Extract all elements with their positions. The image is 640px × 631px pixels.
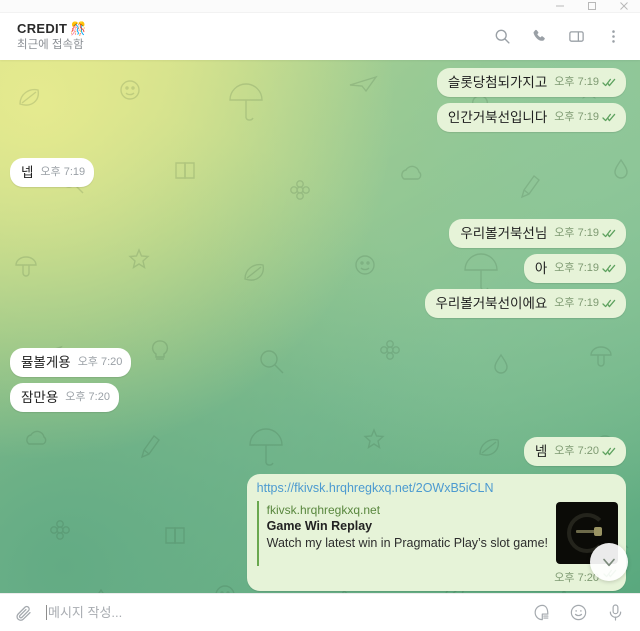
message-bubble-incoming[interactable]: 잠만용 오후 7:20 — [10, 383, 119, 412]
chat-header-actions — [489, 24, 626, 50]
message-bubble-outgoing[interactable]: 넴 오후 7:20 — [523, 437, 626, 466]
more-options-icon[interactable] — [600, 24, 626, 50]
message-list[interactable]: 슬롯당첨되가지고 오후 7:19 인간거북선입니다 오후 7:19 넵 오후 7… — [0, 60, 640, 593]
message-text: 인간거북선입니다 — [447, 110, 548, 125]
read-receipt-icon — [602, 78, 617, 87]
message-time: 오후 7:19 — [554, 297, 599, 309]
message-row: 잠만용 오후 7:20 — [10, 383, 626, 412]
scroll-to-bottom-button[interactable] — [590, 543, 628, 581]
message-meta: 오후 7:19 — [554, 224, 617, 243]
link-preview-description: Watch my latest win in Pragmatic Play’s … — [266, 536, 548, 550]
party-popper-emoji-icon: 🎊 — [70, 21, 87, 36]
window-minimize-button[interactable] — [544, 0, 576, 13]
text-caret — [46, 605, 47, 620]
read-receipt-icon — [602, 447, 617, 456]
message-time: 오후 7:20 — [554, 445, 599, 457]
read-receipt-icon — [602, 229, 617, 238]
message-input-wrapper[interactable] — [46, 605, 519, 620]
message-row: 우리볼거북선이에요 오후 7:19 — [10, 289, 626, 318]
chat-status: 최근에 접속함 — [17, 39, 84, 51]
microphone-icon[interactable] — [603, 601, 627, 625]
message-composer — [0, 593, 640, 631]
call-icon[interactable] — [526, 24, 552, 50]
sticker-icon[interactable] — [529, 601, 553, 625]
message-link-url[interactable]: https://fkivsk.hrqhregkxq.net/2OWxB5iCLN — [257, 480, 618, 497]
message-bubble-outgoing[interactable]: 아 오후 7:19 — [523, 254, 626, 283]
message-meta: 오후 7:19 — [40, 163, 85, 182]
message-meta: 오후 7:20 — [257, 569, 618, 587]
message-text: 우리볼거북선이에요 — [435, 296, 548, 311]
message-time: 오후 7:19 — [554, 227, 599, 239]
message-meta: 오후 7:20 — [65, 388, 110, 407]
message-text: 뮬볼게용 — [21, 355, 71, 370]
message-time: 오후 7:19 — [554, 262, 599, 274]
message-text: 잠만용 — [21, 390, 59, 405]
message-meta: 오후 7:20 — [554, 442, 617, 461]
sidebar-panel-icon[interactable] — [563, 24, 589, 50]
message-bubble-outgoing[interactable]: 인간거북선입니다 오후 7:19 — [436, 103, 626, 132]
message-bubble-outgoing[interactable]: 우리볼거북선님 오후 7:19 — [449, 219, 626, 248]
message-row: 우리볼거북선님 오후 7:19 — [10, 219, 626, 248]
message-time: 오후 7:19 — [554, 111, 599, 123]
message-row-link-preview: https://fkivsk.hrqhregkxq.net/2OWxB5iCLN… — [10, 474, 626, 591]
message-meta: 오후 7:19 — [554, 259, 617, 278]
search-icon[interactable] — [489, 24, 515, 50]
message-row: 슬롯당첨되가지고 오후 7:19 — [10, 68, 626, 97]
emoji-icon[interactable] — [566, 601, 590, 625]
message-bubble-outgoing[interactable]: 슬롯당첨되가지고 오후 7:19 — [436, 68, 626, 97]
message-bubble-incoming[interactable]: 넵 오후 7:19 — [10, 158, 95, 187]
message-bubble-incoming[interactable]: 뮬볼게용 오후 7:20 — [10, 348, 132, 377]
composer-actions — [529, 601, 627, 625]
message-time: 오후 7:19 — [40, 166, 86, 178]
message-meta: 오후 7:19 — [554, 73, 617, 92]
message-meta: 오후 7:19 — [554, 108, 617, 127]
window-title-bar — [0, 0, 640, 13]
chat-title-row: CREDIT 🎊 — [17, 21, 489, 36]
read-receipt-icon — [602, 264, 617, 273]
link-preview-site: fkivsk.hrqhregkxq.net — [266, 503, 381, 517]
read-receipt-icon — [602, 113, 617, 122]
link-preview-card[interactable]: fkivsk.hrqhregkxq.net Game Win Replay Wa… — [256, 501, 618, 566]
thumbnail-arrow-shape — [576, 527, 602, 536]
link-preview-body: fkivsk.hrqhregkxq.net Game Win Replay Wa… — [267, 502, 548, 564]
chat-header: CREDIT 🎊 최근에 접속함 — [0, 13, 640, 60]
message-time: 오후 7:20 — [77, 356, 123, 368]
read-receipt-icon — [602, 299, 617, 308]
message-text: 넴 — [534, 444, 548, 459]
message-text: 슬롯당첨되가지고 — [447, 75, 548, 90]
message-row: 넵 오후 7:19 — [10, 158, 626, 187]
message-row: 인간거북선입니다 오후 7:19 — [10, 103, 626, 132]
message-bubble-outgoing[interactable]: 우리볼거북선이에요 오후 7:19 — [424, 289, 626, 318]
chat-header-info[interactable]: CREDIT 🎊 최근에 접속함 — [17, 21, 489, 52]
message-row: 넴 오후 7:20 — [10, 437, 626, 466]
message-bubble-link-preview[interactable]: https://fkivsk.hrqhregkxq.net/2OWxB5iCLN… — [246, 474, 626, 591]
message-meta: 오후 7:19 — [554, 294, 617, 313]
message-row: 아 오후 7:19 — [10, 254, 626, 283]
message-text: 아 — [534, 261, 548, 276]
message-time: 오후 7:20 — [65, 391, 110, 403]
message-text: 우리볼거북선님 — [460, 226, 548, 241]
telegram-window: CREDIT 🎊 최근에 접속함 슬롯당첨되가지고 오후 7:19 인간거북선입… — [0, 0, 640, 631]
window-close-button[interactable] — [608, 0, 640, 13]
window-maximize-button[interactable] — [576, 0, 608, 13]
message-text: 넵 — [21, 165, 34, 180]
message-time: 오후 7:19 — [554, 76, 599, 88]
message-meta: 오후 7:20 — [78, 353, 123, 372]
message-input[interactable] — [48, 605, 519, 620]
message-row: 뮬볼게용 오후 7:20 — [10, 348, 626, 377]
messages-container: 슬롯당첨되가지고 오후 7:19 인간거북선입니다 오후 7:19 넵 오후 7… — [0, 60, 640, 593]
page-title: CREDIT — [17, 21, 68, 36]
link-preview-title: Game Win Replay — [266, 519, 373, 533]
attach-file-icon[interactable] — [12, 601, 36, 625]
